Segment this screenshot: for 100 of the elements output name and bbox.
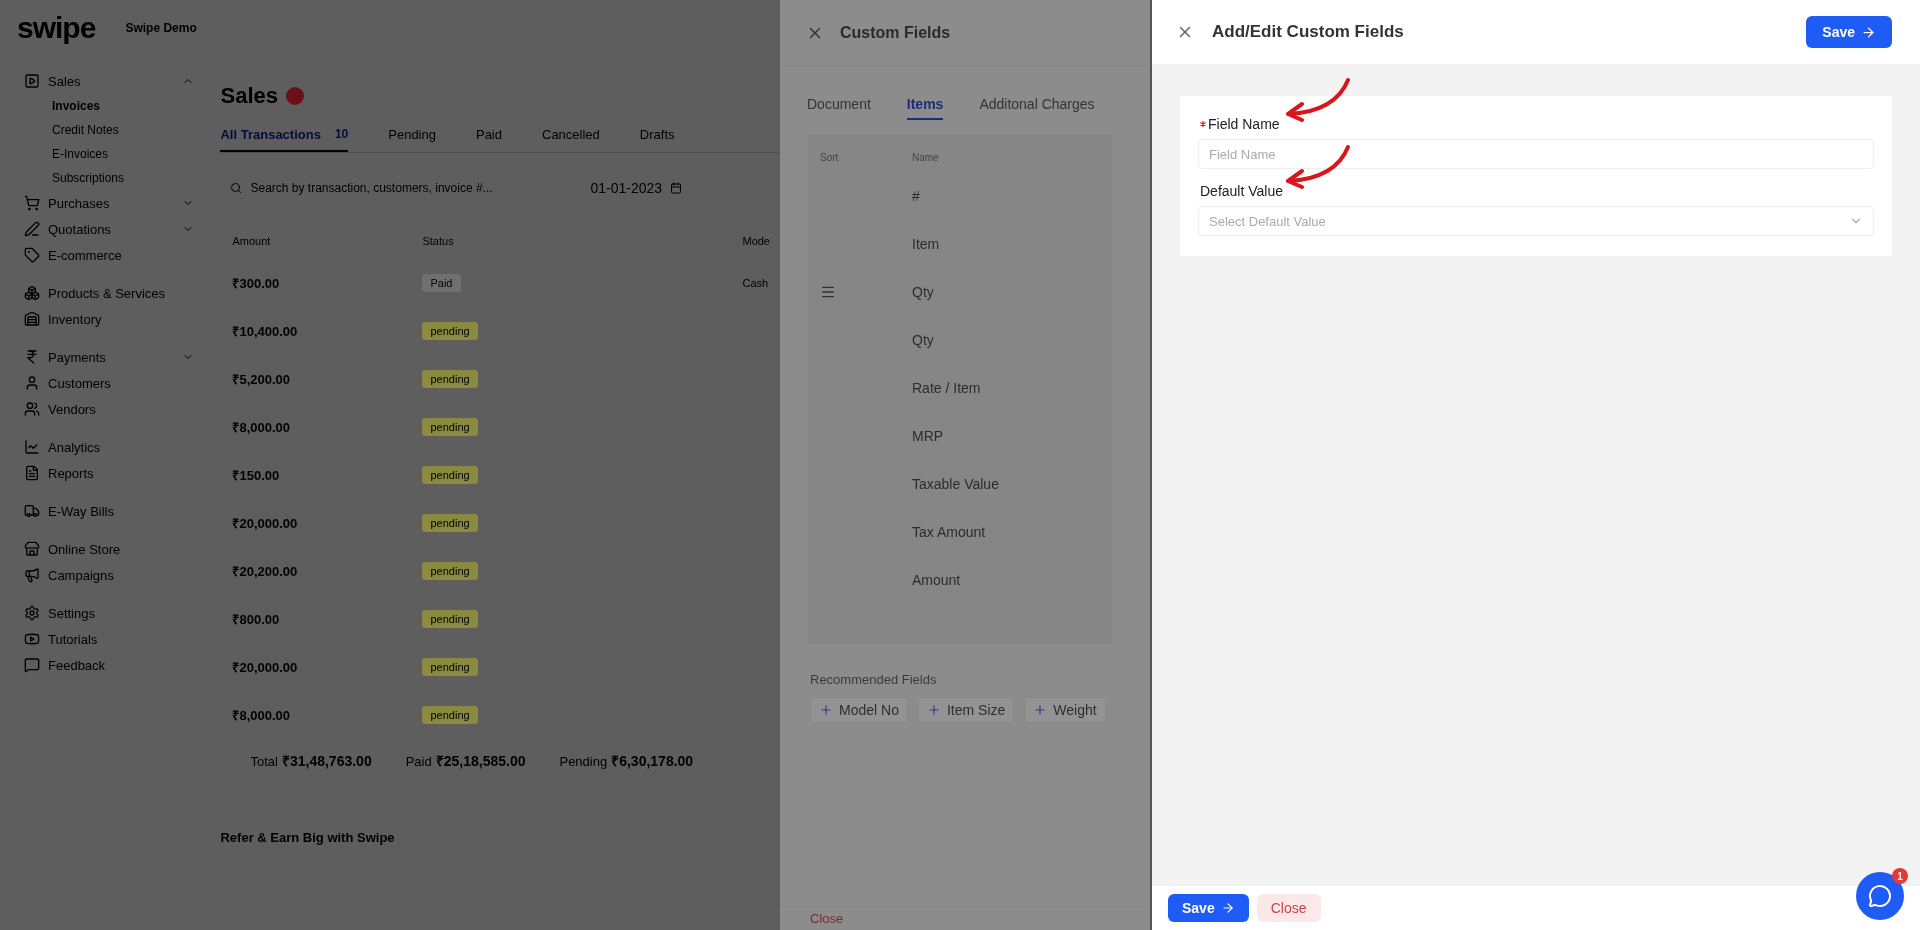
rupee-icon xyxy=(24,349,40,365)
amount-text: ₹20,200.00 xyxy=(232,563,299,580)
sidebar-item[interactable]: Tutorials xyxy=(24,631,194,647)
field-name-text: Qty xyxy=(912,284,935,300)
search-field[interactable]: Search by transaction, customers, invoice #... xyxy=(220,175,551,201)
sidebar-item[interactable]: Reports xyxy=(24,465,194,481)
field-label: Field Name xyxy=(1208,116,1280,132)
store-icon xyxy=(24,541,40,557)
column-header: Status xyxy=(422,235,455,247)
select-field[interactable]: Select Default Value xyxy=(1198,206,1874,236)
field-label: Default Value xyxy=(1200,183,1283,199)
status-badge: pending xyxy=(422,370,478,388)
video-icon xyxy=(24,631,40,647)
user-icon xyxy=(24,375,40,391)
status-badge: pending xyxy=(422,514,478,532)
arrow-right-icon xyxy=(1220,901,1235,915)
sidebar-item[interactable]: Inventory xyxy=(24,311,194,327)
plus-icon xyxy=(926,703,941,717)
pen-icon xyxy=(24,221,40,237)
sidebar-item[interactable]: Analytics xyxy=(24,439,194,455)
add-field-button[interactable]: Model No xyxy=(810,697,908,723)
close-button[interactable]: Close xyxy=(1256,894,1321,922)
message-icon xyxy=(24,657,40,673)
chart-icon xyxy=(24,439,40,455)
sidebar-subitem[interactable]: Subscriptions xyxy=(24,171,209,185)
sidebar-item[interactable]: Payments xyxy=(24,349,194,365)
column-header: Sort xyxy=(820,151,840,163)
field-name-text: Qty xyxy=(912,332,935,348)
amount-text: ₹5,200.00 xyxy=(232,371,292,388)
sidebar-item[interactable]: Online Store xyxy=(24,541,194,557)
sidebar-item[interactable]: E-Way Bills xyxy=(24,503,194,519)
sidebar-item[interactable]: Sales xyxy=(24,73,194,89)
sidebar-item[interactable]: Purchases xyxy=(24,195,194,211)
status-badge: pending xyxy=(422,322,478,340)
field-name-text: Taxable Value xyxy=(912,476,1000,492)
tab[interactable]: Cancelled xyxy=(542,127,600,152)
mode-text: Cash xyxy=(741,277,770,289)
sidebar-item[interactable]: Vendors xyxy=(24,401,194,417)
boxes-icon xyxy=(24,285,40,301)
column-header: Name xyxy=(912,151,940,163)
sidebar-subitem[interactable]: E-Invoices xyxy=(24,147,209,161)
status-badge: pending xyxy=(422,562,478,580)
tab[interactable]: Drafts xyxy=(639,127,675,152)
section-title: Recommended Fields xyxy=(810,672,938,687)
status-badge: pending xyxy=(422,610,478,628)
field-name-text: MRP xyxy=(912,428,945,444)
field-name-text: # xyxy=(912,188,921,204)
amount-text: ₹300.00 xyxy=(232,275,281,292)
search-icon xyxy=(230,182,243,194)
sidebar-item[interactable]: E-commerce xyxy=(24,247,194,263)
field-name-text: Rate / Item xyxy=(912,380,982,396)
date-field[interactable]: 01-01-2023 xyxy=(590,180,683,196)
status-badge: pending xyxy=(422,658,478,676)
status-badge: pending xyxy=(422,466,478,484)
column-header: Amount xyxy=(232,235,272,247)
drawer-title: Add/Edit Custom Fields xyxy=(1212,22,1405,42)
drag-handle-icon[interactable] xyxy=(820,284,836,300)
cart-icon xyxy=(24,195,40,211)
warehouse-icon xyxy=(24,311,40,327)
sidebar-item[interactable]: Quotations xyxy=(24,221,194,237)
document-icon xyxy=(24,465,40,481)
tab[interactable]: Paid xyxy=(475,127,502,152)
amount-text: ₹8,000.00 xyxy=(232,419,292,436)
sidebar-subitem[interactable]: Credit Notes xyxy=(24,123,209,137)
plus-icon xyxy=(819,703,833,717)
status-badge: pending xyxy=(422,418,478,436)
sidebar-item[interactable]: Feedback xyxy=(24,657,194,673)
tab[interactable]: All Transactions 10 xyxy=(220,127,349,152)
notification-badge: 1 xyxy=(1892,868,1908,884)
save-button[interactable]: Save xyxy=(1168,894,1249,922)
text-field[interactable]: Field Name xyxy=(1198,139,1874,169)
close-button[interactable]: Close xyxy=(810,907,844,930)
add-field-button[interactable]: Weight xyxy=(1024,697,1106,723)
sidebar-item[interactable]: Customers xyxy=(24,375,194,391)
chat-icon xyxy=(1868,884,1892,908)
sidebar-item[interactable]: Settings xyxy=(24,605,194,621)
field-name-text: Amount xyxy=(912,572,962,588)
field-name-text: Item xyxy=(912,236,941,252)
total-text: Pending ₹6,30,178.00 xyxy=(559,752,694,770)
tab[interactable]: Pending xyxy=(388,127,436,152)
amount-text: ₹150.00 xyxy=(232,467,281,484)
sidebar-subitem[interactable]: Invoices xyxy=(24,99,209,113)
plus-icon xyxy=(1033,703,1048,717)
tab[interactable]: Document xyxy=(807,96,871,120)
amount-text: ₹20,000.00 xyxy=(232,515,299,532)
status-badge: pending xyxy=(422,706,478,724)
logo: swipe xyxy=(17,10,96,45)
amount-text: ₹20,000.00 xyxy=(232,659,299,676)
save-button[interactable]: Save xyxy=(1806,16,1892,48)
add-field-button[interactable]: Item Size xyxy=(917,697,1015,723)
sidebar-item[interactable]: Campaigns xyxy=(24,567,194,583)
amount-text: ₹8,000.00 xyxy=(232,707,292,724)
total-text: Total ₹31,48,763.00 xyxy=(250,752,372,770)
users-icon xyxy=(24,401,40,417)
calendar-icon xyxy=(670,182,683,194)
tab[interactable]: Items xyxy=(906,96,944,120)
play-icon xyxy=(24,73,40,89)
sidebar-item[interactable]: Products & Services xyxy=(24,285,194,301)
tab[interactable]: Additonal Charges xyxy=(979,96,1095,120)
amount-text: ₹10,400.00 xyxy=(232,323,299,340)
